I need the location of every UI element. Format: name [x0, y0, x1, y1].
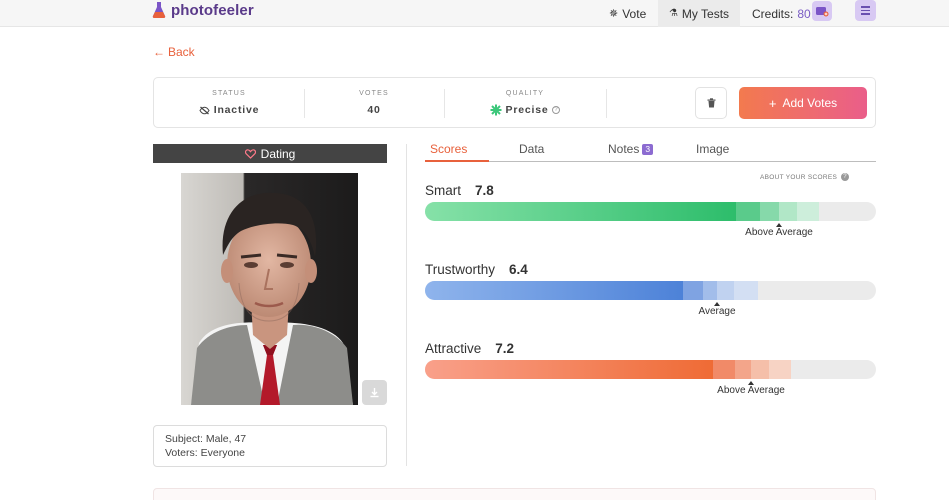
category-bar: Dating [153, 144, 387, 163]
score-bar-range [703, 281, 717, 300]
votes-label: VOTES [359, 90, 389, 97]
score-bar-range [734, 281, 758, 300]
download-icon [370, 388, 379, 398]
score-value: 7.8 [475, 183, 494, 198]
score-bar-range [797, 202, 819, 221]
score-value: 7.2 [495, 341, 515, 356]
plus-icon: + [768, 95, 777, 111]
portrait-image [181, 173, 358, 405]
notes-count-badge: 3 [642, 144, 654, 155]
results-tabs: Scores Data Notes 3 Image [425, 142, 876, 162]
tab-data-label: Data [519, 142, 545, 156]
score-bar-smart [425, 202, 876, 221]
about-scores-label: ABOUT YOUR SCORES [760, 173, 838, 181]
score-name: Trustworthy [425, 262, 496, 277]
delete-test-button[interactable] [695, 87, 727, 119]
divider [606, 89, 607, 118]
score-value: 6.4 [509, 262, 528, 277]
menu-icon [861, 6, 870, 8]
category-label: Dating [260, 146, 296, 161]
help-icon[interactable]: ? [552, 106, 561, 114]
score-bar-attractive [425, 360, 876, 379]
top-nav: photofeeler ✵ Vote ⚗ My Tests Credits: 8… [0, 0, 949, 27]
score-label-attractive: Attractive 7.2 [425, 341, 514, 356]
score-rating: Average [698, 306, 736, 317]
score-name: Attractive [425, 341, 482, 356]
tab-notes-label: Notes [608, 142, 640, 156]
hamburger-menu-button[interactable] [855, 0, 876, 21]
score-bar-fill [425, 202, 736, 221]
flask-icon: ⚗ [668, 8, 678, 19]
quality-label: QUALITY [505, 90, 545, 97]
buy-credits-button[interactable] [812, 1, 832, 21]
status-value: Inactive [213, 104, 260, 116]
subject-text: Subject: Male, 47 [165, 433, 247, 445]
flask-logo-icon [152, 2, 166, 18]
score-bar-range [735, 360, 751, 379]
tab-data[interactable]: Data [519, 142, 544, 162]
score-bar-fill [425, 360, 713, 379]
tab-scores[interactable]: Scores [425, 142, 489, 162]
subject-photo [181, 173, 358, 405]
stat-status: STATUS Inactive [154, 78, 304, 129]
score-bar-range [713, 360, 735, 379]
voters-text: Voters: Everyone [165, 446, 245, 459]
stat-votes: VOTES 40 [304, 78, 444, 129]
score-bar-fill [425, 281, 683, 300]
score-bar-range [736, 202, 760, 221]
score-bar-trustworthy [425, 281, 876, 300]
quality-value: Precise [505, 104, 549, 116]
score-bar-range [717, 281, 734, 300]
score-bar-range [683, 281, 703, 300]
credits-value: 80 [797, 6, 811, 21]
score-bar-range [779, 202, 797, 221]
nav-vote-label: Vote [622, 6, 647, 21]
add-votes-label: Add Votes [782, 96, 838, 110]
score-label-trustworthy: Trustworthy 6.4 [425, 262, 528, 277]
nav-my-tests-label: My Tests [681, 6, 730, 21]
stat-quality: QUALITY Precise ? [444, 78, 606, 129]
tab-scores-label: Scores [430, 142, 468, 156]
back-label: Back [168, 45, 195, 59]
add-votes-button[interactable]: + Add Votes [739, 87, 867, 119]
votes-value: 40 [367, 104, 381, 116]
eye-off-icon [199, 106, 210, 114]
score-name: Smart [425, 183, 462, 198]
score-bar-range [760, 202, 779, 221]
tab-notes[interactable]: Notes 3 [608, 142, 654, 162]
help-icon: ? [841, 173, 850, 181]
back-link[interactable]: ← Back [153, 45, 195, 59]
logo-text: photofeeler [171, 1, 254, 19]
vote-icon: ✵ [609, 8, 619, 20]
score-rating: Above Average [717, 385, 785, 396]
credits-add-icon [816, 7, 829, 17]
score-rating: Above Average [745, 227, 813, 238]
precise-quality-icon [490, 104, 502, 116]
tab-image-label: Image [696, 142, 730, 156]
trash-icon [707, 98, 715, 108]
status-card: STATUS Inactive VOTES 40 QUALITY Precise… [153, 77, 876, 128]
score-bar-range [751, 360, 769, 379]
logo[interactable]: photofeeler [152, 1, 254, 19]
download-button[interactable] [362, 380, 387, 405]
bottom-panel [153, 488, 876, 500]
arrow-left-icon: ← [153, 45, 165, 59]
score-label-smart: Smart 7.8 [425, 183, 494, 198]
status-label: STATUS [212, 90, 246, 97]
heart-icon [244, 148, 256, 159]
column-divider [406, 144, 407, 466]
nav-credits[interactable]: Credits: 80 [752, 0, 811, 27]
subject-info-box: Subject: Male, 47 Voters: Everyone [153, 425, 387, 467]
score-bar-range [769, 360, 791, 379]
nav-vote[interactable]: ✵ Vote [609, 0, 646, 27]
tab-image[interactable]: Image [696, 142, 729, 162]
nav-my-tests[interactable]: ⚗ My Tests [658, 0, 740, 27]
credits-label: Credits: [752, 6, 794, 21]
about-scores-link[interactable]: ABOUT YOUR SCORES ? [760, 173, 850, 181]
